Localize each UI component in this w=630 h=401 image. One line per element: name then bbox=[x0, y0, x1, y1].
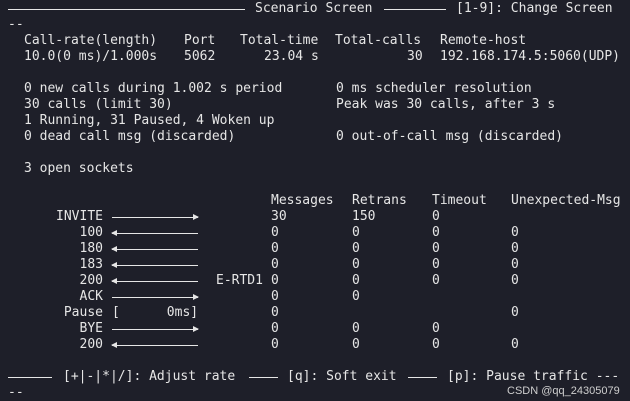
message-label: 180 bbox=[79, 241, 103, 256]
adjust-rate-hint[interactable]: [+|-|*|/]: Adjust rate bbox=[63, 369, 235, 385]
stat-header-total-calls: Total-calls bbox=[335, 33, 422, 48]
dead-call-status: 0 dead call msg (discarded) bbox=[24, 129, 236, 144]
cell-retrans: 0 bbox=[352, 321, 360, 336]
arrow-left-icon bbox=[111, 342, 198, 348]
cell-timeout: 0 bbox=[432, 337, 440, 352]
stat-header-total-time: Total-time bbox=[240, 33, 319, 48]
cell-unexpected: 0 bbox=[511, 241, 519, 256]
col-header-messages: Messages bbox=[271, 193, 334, 208]
header-rule-mid bbox=[384, 9, 446, 10]
header-dashes: -- bbox=[8, 17, 24, 32]
cell-messages: 0 bbox=[271, 305, 279, 320]
cell-messages: 0 bbox=[271, 289, 279, 304]
cell-timeout: 0 bbox=[432, 241, 440, 256]
stat-total-time: 23.04 s bbox=[264, 49, 319, 64]
arrow-right-icon bbox=[112, 326, 199, 332]
peak-status: Peak was 30 calls, after 3 s bbox=[336, 97, 556, 112]
cell-retrans: 0 bbox=[352, 337, 360, 352]
stat-call-rate: 10.0(0 ms)/1.000s bbox=[24, 49, 158, 64]
stat-header-call-rate: Call-rate(length) bbox=[24, 33, 158, 48]
pause-duration: [ 0ms] bbox=[112, 305, 199, 320]
calls-limit-status: 30 calls (limit 30) bbox=[24, 97, 173, 112]
message-label: INVITE bbox=[56, 209, 103, 224]
cell-timeout: 0 bbox=[432, 225, 440, 240]
cell-retrans: 0 bbox=[352, 273, 360, 288]
cell-retrans: 0 bbox=[352, 225, 360, 240]
rtd-marker: E-RTD1 bbox=[216, 273, 263, 288]
terminal-screen: Scenario Screen [1-9]: Change Screen -- … bbox=[0, 0, 630, 401]
header-rule-left bbox=[8, 9, 245, 10]
screen-title: Scenario Screen bbox=[255, 1, 373, 16]
cell-retrans: 0 bbox=[352, 289, 360, 304]
message-label: 200 bbox=[79, 273, 103, 288]
message-label: 200 bbox=[79, 337, 103, 352]
cell-timeout: 0 bbox=[432, 321, 440, 336]
cell-messages: 0 bbox=[271, 337, 279, 352]
cell-messages: 0 bbox=[271, 321, 279, 336]
stat-remote-host: 192.168.174.5:5060(UDP) bbox=[440, 49, 621, 64]
arrow-right-icon bbox=[112, 214, 199, 220]
open-sockets-status: 3 open sockets bbox=[24, 161, 134, 176]
cell-unexpected: 0 bbox=[511, 225, 519, 240]
csdn-watermark: CSDN @qq_24305079 bbox=[507, 385, 620, 397]
cell-unexpected: 0 bbox=[511, 305, 519, 320]
cell-unexpected: 0 bbox=[511, 273, 519, 288]
scheduler-status: 0 ms scheduler resolution bbox=[336, 81, 532, 96]
arrow-left-icon bbox=[111, 230, 198, 236]
running-status: 1 Running, 31 Paused, 4 Woken up bbox=[24, 113, 275, 128]
message-label: 100 bbox=[79, 225, 103, 240]
footer-dashes: -- bbox=[8, 385, 24, 400]
footer-rule-mid1 bbox=[249, 377, 278, 378]
cell-timeout: 0 bbox=[432, 273, 440, 288]
cell-messages: 0 bbox=[271, 241, 279, 256]
footer-rule-mid2 bbox=[408, 377, 437, 378]
stat-total-calls: 30 bbox=[407, 49, 423, 64]
col-header-timeout: Timeout bbox=[432, 193, 487, 208]
out-of-call-status: 0 out-of-call msg (discarded) bbox=[336, 129, 563, 144]
message-label: 183 bbox=[79, 257, 103, 272]
cell-messages: 0 bbox=[271, 257, 279, 272]
arrow-left-icon bbox=[111, 278, 198, 284]
arrow-right-icon bbox=[112, 294, 199, 300]
stat-header-port: Port bbox=[184, 33, 216, 48]
cell-messages: 0 bbox=[271, 225, 279, 240]
message-label: BYE bbox=[79, 321, 103, 336]
arrow-left-icon bbox=[111, 262, 198, 268]
cell-unexpected: 0 bbox=[511, 337, 519, 352]
stat-port: 5062 bbox=[184, 49, 216, 64]
cell-timeout: 0 bbox=[432, 209, 440, 224]
cell-timeout: 0 bbox=[432, 257, 440, 272]
new-calls-status: 0 new calls during 1.002 s period bbox=[24, 81, 283, 96]
cell-unexpected: 0 bbox=[511, 257, 519, 272]
arrow-left-icon bbox=[111, 246, 198, 252]
cell-retrans: 0 bbox=[352, 241, 360, 256]
soft-exit-hint[interactable]: [q]: Soft exit bbox=[287, 369, 397, 385]
col-header-unexpected: Unexpected-Msg bbox=[511, 193, 621, 208]
col-header-retrans: Retrans bbox=[352, 193, 407, 208]
cell-retrans: 0 bbox=[352, 257, 360, 272]
message-label: Pause bbox=[63, 305, 103, 320]
cell-messages: 30 bbox=[271, 209, 287, 224]
change-screen-hint[interactable]: [1-9]: Change Screen bbox=[456, 1, 613, 17]
message-label: ACK bbox=[79, 289, 103, 304]
footer-rule-left bbox=[8, 377, 52, 378]
stat-header-remote-host: Remote-host bbox=[440, 33, 527, 48]
cell-messages: 0 bbox=[271, 273, 279, 288]
cell-retrans: 150 bbox=[352, 209, 376, 224]
